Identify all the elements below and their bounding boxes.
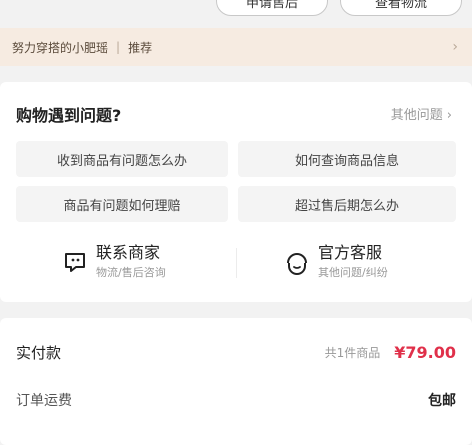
contact-subtitle: 其他问题/纠纷 [318, 266, 388, 279]
help-card: 购物遇到问题? 其他问题 › 收到商品有问题怎么办 如何查询商品信息 商品有问题如… [0, 82, 472, 302]
recommendation-tag: 推荐 [128, 40, 153, 55]
chevron-right-icon: › [446, 108, 452, 123]
recommendation-author: 努力穿搭的小肥瑶 [12, 40, 109, 55]
official-support-button[interactable]: 官方客服 其他问题/纠纷 [284, 240, 388, 284]
actual-payment-label: 实付款 [16, 343, 62, 362]
recommendation-banner[interactable]: 努力穿搭的小肥瑶 | 推荐 › [0, 28, 472, 66]
merchant-chat-icon [65, 253, 85, 272]
contact-merchant-button[interactable]: 联系商家 物流/售后咨询 [62, 240, 166, 284]
contact-title: 联系商家 [96, 243, 161, 262]
shipping-row: 订单运费 包邮 [16, 388, 456, 412]
question-button[interactable]: 超过售后期怎么办 [238, 186, 456, 222]
contact-subtitle: 物流/售后咨询 [96, 266, 166, 279]
payment-summary: 实付款 共1件商品 ¥79.00 订单运费 包邮 [0, 318, 472, 445]
shipping-label: 订单运费 [16, 393, 72, 409]
view-logistics-button[interactable]: 查看物流 [340, 0, 462, 16]
divider: | [116, 40, 121, 54]
divider [236, 248, 237, 278]
shipping-value: 包邮 [428, 393, 456, 409]
question-button[interactable]: 如何查询商品信息 [238, 141, 456, 177]
total-price: ¥79.00 [394, 342, 456, 362]
apply-after-sale-button[interactable]: 申请售后 [216, 0, 328, 16]
help-title: 购物遇到问题? [16, 106, 122, 125]
actual-payment-row: 实付款 共1件商品 ¥79.00 [16, 340, 456, 364]
contact-title: 官方客服 [318, 243, 383, 262]
top-action-bar: 申请售后 查看物流 [0, 0, 472, 28]
customer-service-icon [287, 253, 307, 275]
question-button[interactable]: 商品有问题如何理赔 [16, 186, 228, 222]
other-questions-link[interactable]: 其他问题 › [391, 104, 452, 123]
other-questions-label: 其他问题 [390, 108, 443, 123]
chevron-right-icon: › [452, 39, 458, 55]
item-count: 共1件商品 [324, 345, 381, 360]
question-button[interactable]: 收到商品有问题怎么办 [16, 141, 228, 177]
